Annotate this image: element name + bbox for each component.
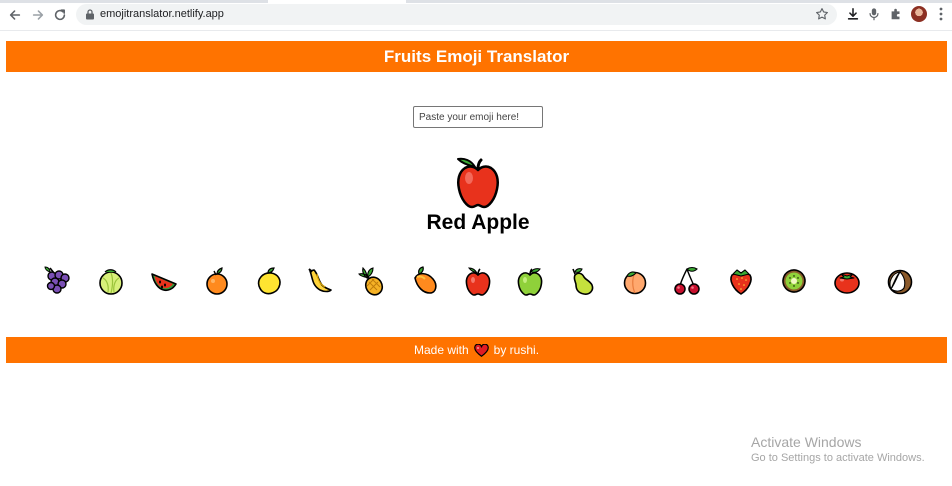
footer-suffix: by rushi.	[493, 343, 540, 357]
peach-icon[interactable]	[621, 266, 649, 296]
grapes-icon[interactable]	[44, 266, 72, 296]
windows-activation-watermark: Activate Windows Go to Settings to activ…	[751, 434, 925, 464]
browser-divider	[0, 30, 952, 31]
tangerine-icon[interactable]	[203, 266, 231, 296]
coconut-icon[interactable]	[886, 266, 914, 296]
back-icon[interactable]	[6, 6, 24, 24]
mic-icon[interactable]	[866, 6, 882, 22]
page-title: Fruits Emoji Translator	[383, 46, 570, 66]
lock-icon[interactable]	[85, 9, 95, 20]
watermark-subtitle: Go to Settings to activate Windows.	[751, 452, 925, 464]
url-text[interactable]: emojitranslator.netlify.app	[100, 8, 224, 20]
pineapple-icon[interactable]	[358, 266, 386, 296]
mango-icon[interactable]	[411, 266, 439, 296]
red-apple-icon	[457, 157, 499, 209]
watermark-title: Activate Windows	[751, 434, 862, 450]
translation-output: Red Apple	[426, 211, 530, 234]
reload-icon[interactable]	[51, 6, 69, 24]
forward-icon[interactable]	[29, 6, 47, 24]
strawberry-icon[interactable]	[727, 266, 755, 296]
active-tab-gap	[268, 0, 406, 3]
footer-prefix: Made with	[413, 343, 469, 357]
watermelon-icon[interactable]	[150, 266, 178, 296]
tomato-icon[interactable]	[833, 266, 861, 296]
app-header: Fruits Emoji Translator	[6, 41, 947, 72]
kiwi-icon[interactable]	[780, 266, 808, 296]
emoji-input[interactable]	[413, 106, 543, 128]
banana-icon[interactable]	[305, 266, 333, 296]
browser-toolbar: emojitranslator.netlify.app	[0, 0, 952, 30]
red-apple-icon[interactable]	[464, 266, 492, 296]
cherries-icon[interactable]	[673, 266, 701, 296]
avatar[interactable]	[911, 6, 927, 22]
fruit-emoji-list	[0, 266, 952, 296]
extensions-icon[interactable]	[888, 6, 904, 22]
heart-icon	[473, 343, 489, 357]
app-footer: Made with by rushi.	[6, 337, 947, 363]
melon-icon[interactable]	[97, 266, 125, 296]
star-icon[interactable]	[815, 7, 829, 21]
tab-strip	[0, 0, 952, 3]
download-icon[interactable]	[845, 6, 861, 22]
pear-icon[interactable]	[569, 266, 597, 296]
green-apple-icon[interactable]	[516, 266, 544, 296]
address-bar[interactable]: emojitranslator.netlify.app	[76, 4, 837, 25]
menu-icon[interactable]	[939, 7, 943, 21]
lemon-icon[interactable]	[255, 266, 283, 296]
